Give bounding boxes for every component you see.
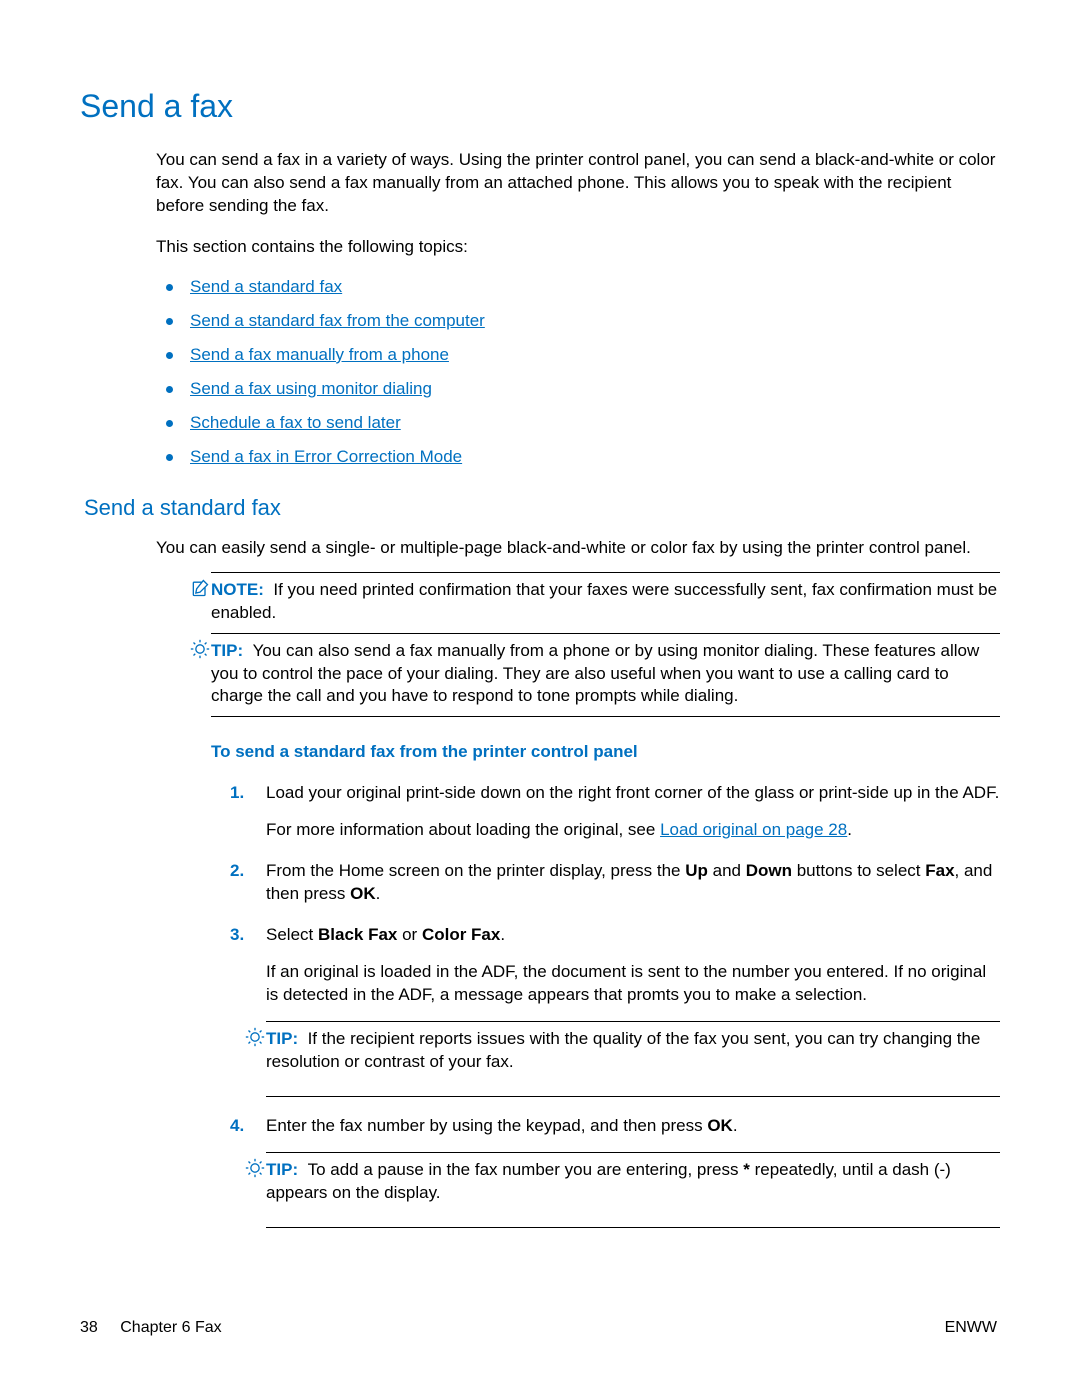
chapter-label: Chapter 6 Fax xyxy=(120,1319,221,1336)
procedure-steps: 1. Load your original print-side down on… xyxy=(230,782,1000,1227)
list-item: Schedule a fax to send later xyxy=(190,413,1000,433)
tip-callout: TIP: If the recipient reports issues wit… xyxy=(266,1021,1000,1097)
note-icon xyxy=(190,577,210,599)
tip-icon xyxy=(245,1157,265,1179)
step-number: 3. xyxy=(230,924,244,947)
page-number: 38 xyxy=(80,1319,98,1336)
inline-link[interactable]: Load original on page 28 xyxy=(660,820,847,839)
step-text: For more information about loading the o… xyxy=(266,819,1000,842)
topic-list: Send a standard fax Send a standard fax … xyxy=(190,277,1000,467)
step-number: 2. xyxy=(230,860,244,883)
step-text: Enter the fax number by using the keypad… xyxy=(266,1115,1000,1138)
page-title: Send a fax xyxy=(80,88,1000,125)
step-text: From the Home screen on the printer disp… xyxy=(266,860,1000,906)
tip-icon xyxy=(245,1026,265,1048)
topic-link[interactable]: Send a fax using monitor dialing xyxy=(190,379,432,398)
step-number: 4. xyxy=(230,1115,244,1138)
tip-callout: TIP: You can also send a fax manually fr… xyxy=(211,634,1000,718)
list-item: Send a standard fax from the computer xyxy=(190,311,1000,331)
intro-block: You can send a fax in a variety of ways.… xyxy=(156,149,1000,259)
topic-link[interactable]: Send a fax in Error Correction Mode xyxy=(190,447,462,466)
note-label: NOTE: xyxy=(211,580,264,599)
tip-callout: TIP: To add a pause in the fax number yo… xyxy=(266,1152,1000,1228)
tip-text: To add a pause in the fax number you are… xyxy=(266,1160,951,1202)
note-callout: NOTE: If you need printed confirmation t… xyxy=(211,572,1000,634)
intro-paragraph-1: You can send a fax in a variety of ways.… xyxy=(156,149,1000,218)
list-item: Send a standard fax xyxy=(190,277,1000,297)
topic-link[interactable]: Schedule a fax to send later xyxy=(190,413,401,432)
tip-label: TIP: xyxy=(266,1160,298,1179)
topic-link[interactable]: Send a standard fax xyxy=(190,277,342,296)
list-item: Send a fax manually from a phone xyxy=(190,345,1000,365)
footer-right: ENWW xyxy=(945,1319,997,1337)
body-paragraph: You can easily send a single- or multipl… xyxy=(156,537,1000,560)
list-item: Send a fax using monitor dialing xyxy=(190,379,1000,399)
tip-text: You can also send a fax manually from a … xyxy=(211,641,979,706)
step-text: Select Black Fax or Color Fax. xyxy=(266,924,1000,947)
tip-label: TIP: xyxy=(266,1029,298,1048)
step-1: 1. Load your original print-side down on… xyxy=(230,782,1000,842)
tip-text: If the recipient reports issues with the… xyxy=(266,1029,980,1071)
list-item: Send a fax in Error Correction Mode xyxy=(190,447,1000,467)
step-2: 2. From the Home screen on the printer d… xyxy=(230,860,1000,906)
step-4: 4. Enter the fax number by using the key… xyxy=(230,1115,1000,1228)
tip-label: TIP: xyxy=(211,641,243,660)
tip-icon xyxy=(190,638,210,660)
intro-paragraph-2: This section contains the following topi… xyxy=(156,236,1000,259)
step-3: 3. Select Black Fax or Color Fax. If an … xyxy=(230,924,1000,1097)
section-body: You can easily send a single- or multipl… xyxy=(156,537,1000,1228)
section-title: Send a standard fax xyxy=(84,495,1000,521)
step-text: If an original is loaded in the ADF, the… xyxy=(266,961,1000,1007)
step-number: 1. xyxy=(230,782,244,805)
footer-left: 38 Chapter 6 Fax xyxy=(80,1319,222,1337)
note-text: If you need printed confirmation that yo… xyxy=(211,580,997,622)
page-footer: 38 Chapter 6 Fax ENWW xyxy=(80,1319,997,1337)
topic-link[interactable]: Send a fax manually from a phone xyxy=(190,345,449,364)
topic-link[interactable]: Send a standard fax from the computer xyxy=(190,311,485,330)
step-text: Load your original print-side down on th… xyxy=(266,782,1000,805)
procedure-heading: To send a standard fax from the printer … xyxy=(211,741,1000,764)
